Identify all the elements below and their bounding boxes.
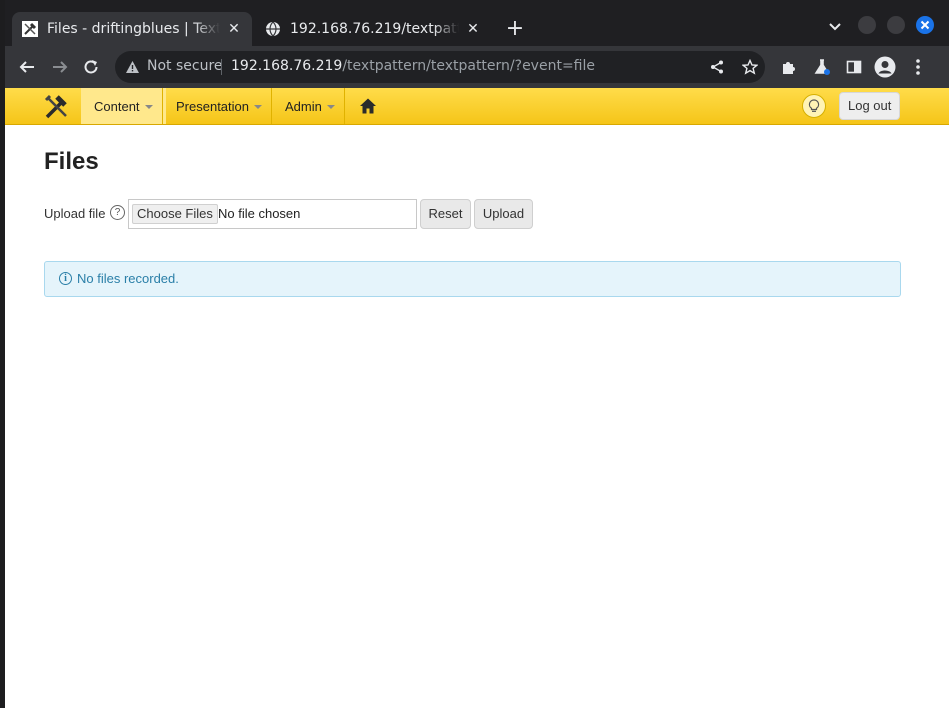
reload-icon[interactable]	[79, 55, 103, 79]
menu-content[interactable]: Content	[81, 88, 166, 124]
url-text[interactable]: 192.168.76.219/textpattern/textpattern/?…	[231, 58, 595, 74]
side-panel-icon[interactable]	[842, 55, 866, 79]
logout-button[interactable]: Log out	[839, 92, 901, 120]
help-icon[interactable]: ?	[110, 205, 125, 220]
globe-icon	[265, 21, 281, 37]
page-content: Content Presentation Admin Log out Files…	[5, 88, 949, 708]
more-menu-icon[interactable]	[906, 55, 930, 79]
divider	[344, 88, 345, 124]
url-host: 192.168.76.219	[231, 58, 343, 74]
maximize-icon[interactable]	[887, 16, 905, 34]
tab-search-chevron-icon[interactable]	[828, 18, 842, 37]
file-input[interactable]: Choose Files No file chosen	[128, 199, 417, 229]
new-tab-icon[interactable]: +	[502, 16, 528, 42]
choose-files-button[interactable]: Choose Files	[132, 204, 218, 224]
reset-button[interactable]: Reset	[420, 199, 471, 229]
browser-toolbar: Not secure 192.168.76.219/textpattern/te…	[5, 46, 949, 88]
warning-icon[interactable]	[125, 59, 140, 78]
info-message: No files recorded.	[77, 271, 179, 286]
caret-down-icon	[326, 105, 335, 109]
menu-presentation[interactable]: Presentation	[163, 88, 275, 124]
close-tab-icon[interactable]: ✕	[226, 21, 242, 37]
page-title: Files	[44, 148, 99, 175]
caret-down-icon	[144, 105, 153, 109]
address-bar[interactable]: Not secure 192.168.76.219/textpattern/te…	[115, 51, 765, 83]
close-window-icon[interactable]	[916, 16, 934, 34]
security-label[interactable]: Not secure	[147, 58, 223, 74]
browser-window: Files - driftingblues | Textpattern CMS …	[5, 0, 949, 708]
home-icon[interactable]	[359, 97, 377, 115]
caret-down-icon	[254, 105, 262, 109]
upload-file-label: Upload file	[44, 206, 106, 221]
share-icon[interactable]	[707, 57, 727, 77]
upload-button[interactable]: Upload	[474, 199, 533, 229]
tab-url[interactable]: 192.168.76.219/textpattern/textpattern/?…	[255, 12, 491, 46]
tab-files[interactable]: Files - driftingblues | Textpattern CMS …	[12, 12, 252, 46]
profile-avatar-icon[interactable]	[873, 55, 897, 79]
forward-icon[interactable]	[48, 55, 72, 79]
tab-strip: Files - driftingblues | Textpattern CMS …	[5, 0, 949, 46]
bookmark-star-icon[interactable]	[740, 57, 760, 77]
textpattern-logo-icon	[22, 21, 38, 37]
menu-label: Presentation	[176, 98, 249, 114]
admin-nav-bar: Content Presentation Admin Log out	[5, 88, 949, 125]
menu-admin[interactable]: Admin	[272, 88, 348, 124]
close-tab-icon[interactable]: ✕	[465, 21, 481, 37]
info-message-box: i No files recorded.	[44, 261, 901, 297]
divider	[221, 59, 222, 75]
textpattern-logo-icon[interactable]	[43, 93, 71, 121]
menu-label: Admin	[285, 98, 322, 114]
labs-flask-icon[interactable]	[810, 55, 834, 79]
menu-label: Content	[94, 98, 140, 114]
tab-title: 192.168.76.219/textpattern/textpattern/?…	[290, 21, 459, 37]
back-icon[interactable]	[15, 55, 39, 79]
lightbulb-icon[interactable]	[802, 94, 826, 118]
tab-title: Files - driftingblues | Textpattern CMS	[47, 21, 220, 37]
extensions-puzzle-icon[interactable]	[777, 55, 801, 79]
url-path: /textpattern/textpattern/?event=file	[342, 58, 595, 74]
file-status-text: No file chosen	[218, 206, 301, 221]
info-icon: i	[59, 272, 72, 285]
minimize-icon[interactable]	[858, 16, 876, 34]
